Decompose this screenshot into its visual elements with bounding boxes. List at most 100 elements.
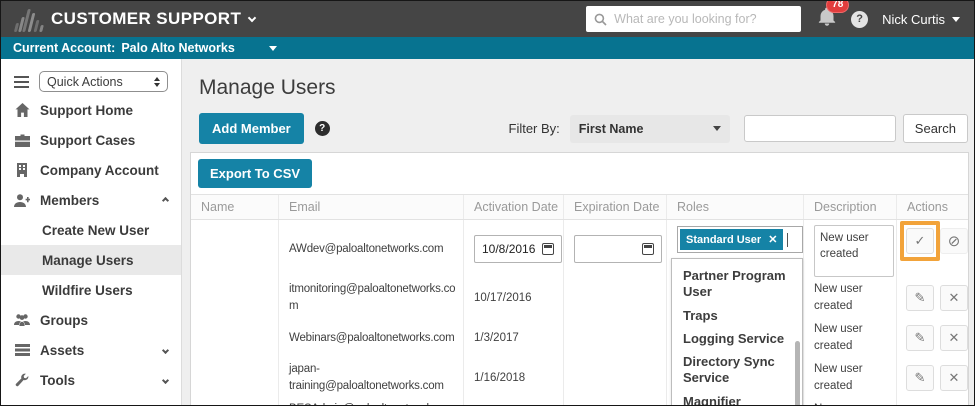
sidebar-item-support-cases[interactable]: Support Cases bbox=[1, 125, 181, 155]
sidebar-item-manage-users[interactable]: Manage Users bbox=[1, 245, 181, 275]
cancel-button[interactable]: ⊘ bbox=[940, 228, 968, 254]
menu-icon[interactable] bbox=[14, 75, 29, 88]
cell-activation: 1/3/2017 bbox=[463, 318, 563, 358]
calendar-icon[interactable] bbox=[542, 243, 554, 255]
home-icon bbox=[14, 103, 30, 117]
cell-activation: 1/16/2018 bbox=[463, 358, 563, 398]
delete-button[interactable]: ✕ bbox=[940, 325, 968, 351]
cell-expiration bbox=[563, 358, 666, 398]
add-member-button[interactable]: Add Member bbox=[199, 113, 304, 144]
cell-activation: 4/12/2018 bbox=[463, 398, 563, 405]
cell-expiration bbox=[563, 318, 666, 358]
role-option-logging-service[interactable]: Logging Service bbox=[672, 329, 802, 349]
column-header-roles: Roles bbox=[666, 195, 803, 219]
role-option-traps[interactable]: Traps bbox=[672, 306, 802, 326]
quick-actions-select[interactable]: Quick Actions bbox=[39, 71, 168, 92]
sidebar-item-support-home[interactable]: Support Home bbox=[1, 95, 181, 125]
toolbar: Add Member ? Filter By: First Name Searc… bbox=[199, 113, 968, 144]
date-value: 10/8/2016 bbox=[482, 242, 536, 256]
notifications-button[interactable]: 78 bbox=[817, 1, 850, 32]
sidebar-item-create-new-user[interactable]: Create New User bbox=[1, 215, 181, 245]
building-icon bbox=[14, 163, 30, 177]
current-account-bar: Current Account: Palo Alto Networks bbox=[1, 37, 974, 59]
cell-name bbox=[191, 220, 278, 278]
sidebar-item-wildfire-users[interactable]: Wildfire Users bbox=[1, 275, 181, 305]
account-dropdown-toggle[interactable] bbox=[268, 45, 277, 51]
select-updown-icon bbox=[154, 76, 160, 87]
cell-name bbox=[191, 358, 278, 398]
edit-button[interactable]: ✎ bbox=[906, 285, 934, 311]
column-header-name: Name bbox=[201, 200, 235, 214]
roles-multiselect[interactable]: Standard User ✕ bbox=[677, 226, 803, 253]
dropdown-scrollbar[interactable] bbox=[795, 341, 800, 405]
user-plus-icon bbox=[14, 193, 30, 207]
users-table: Export To CSV Name Email Activation Date… bbox=[190, 152, 969, 405]
current-account-value: Palo Alto Networks bbox=[121, 41, 235, 55]
search-input[interactable] bbox=[614, 12, 794, 26]
search-button[interactable]: Search bbox=[902, 114, 968, 143]
cell-email: itmonitoring@paloaltonetworks.com bbox=[278, 278, 463, 318]
roles-dropdown: Partner Program User Traps Logging Servi… bbox=[671, 258, 803, 406]
activation-date-input[interactable]: 10/8/2016 bbox=[474, 235, 562, 263]
quick-actions-label: Quick Actions bbox=[47, 74, 123, 89]
calendar-icon[interactable] bbox=[642, 243, 654, 255]
sidebar-item-groups[interactable]: Groups bbox=[1, 305, 181, 335]
expiration-date-input[interactable] bbox=[574, 235, 662, 263]
app-switcher[interactable]: CUSTOMER SUPPORT bbox=[51, 9, 257, 29]
help-icon[interactable]: ? bbox=[314, 121, 330, 136]
cell-expiration bbox=[563, 398, 666, 405]
top-header: CUSTOMER SUPPORT 78 ? Nick Curtis bbox=[1, 1, 974, 37]
cell-description: New user created bbox=[803, 318, 896, 358]
table-row: itmonitoring@paloaltonetworks.com 10/17/… bbox=[191, 278, 968, 318]
chevron-down-icon bbox=[161, 346, 170, 354]
user-menu[interactable]: Nick Curtis bbox=[882, 12, 960, 27]
edit-button[interactable]: ✎ bbox=[906, 325, 934, 351]
sidebar-item-company-account[interactable]: Company Account bbox=[1, 155, 181, 185]
edit-button[interactable]: ✎ bbox=[906, 365, 934, 391]
cell-email: japan-training@paloaltonetworks.com bbox=[278, 358, 463, 398]
delete-button[interactable]: ✕ bbox=[940, 365, 968, 391]
chevron-down-icon bbox=[161, 376, 170, 384]
table-row: japan-training@paloaltonetworks.com 1/16… bbox=[191, 358, 968, 398]
cell-email: BESAdmin@paloaltonetworks.com bbox=[278, 398, 463, 405]
brand-logo-icon bbox=[13, 6, 44, 32]
description-textarea[interactable]: New user created bbox=[814, 225, 894, 277]
assets-list-icon bbox=[14, 344, 30, 356]
current-account-label: Current Account: bbox=[13, 41, 116, 55]
cell-name: BESAdmin bbox=[191, 398, 278, 405]
quick-actions-row: Quick Actions bbox=[1, 68, 181, 95]
cell-description: New user created bbox=[803, 278, 896, 318]
sidebar-item-tools[interactable]: Tools bbox=[1, 365, 181, 395]
sidebar-item-assets[interactable]: Assets bbox=[1, 335, 181, 365]
role-option-magnifier[interactable]: Magnifier bbox=[672, 392, 802, 406]
chevron-down-icon bbox=[248, 13, 257, 22]
column-header-activation: Activation Date bbox=[463, 195, 563, 219]
app-window: CUSTOMER SUPPORT 78 ? Nick Curtis Curren… bbox=[0, 0, 975, 406]
role-option-directory-sync-service[interactable]: Directory Sync Service bbox=[672, 352, 802, 389]
role-option-partner-program-user[interactable]: Partner Program User bbox=[672, 266, 802, 303]
filter-value-input[interactable] bbox=[743, 115, 896, 142]
cell-description: New user created bbox=[803, 358, 896, 398]
confirm-button[interactable]: ✓ bbox=[906, 228, 934, 254]
briefcase-icon bbox=[14, 134, 30, 147]
cell-expiration bbox=[563, 278, 666, 318]
export-csv-button[interactable]: Export To CSV bbox=[198, 159, 313, 188]
text-cursor bbox=[787, 232, 789, 247]
filter-field-select[interactable]: First Name bbox=[569, 114, 730, 143]
user-name: Nick Curtis bbox=[882, 11, 945, 27]
table-header-row: Name Email Activation Date Expiration Da… bbox=[191, 194, 968, 220]
filter-group: Filter By: First Name Search bbox=[509, 114, 968, 143]
notification-badge: 78 bbox=[826, 1, 850, 13]
chevron-down-icon bbox=[952, 16, 960, 22]
role-chip-label: Standard User bbox=[686, 233, 762, 246]
remove-chip-icon[interactable]: ✕ bbox=[768, 233, 777, 246]
chevron-up-icon bbox=[161, 196, 170, 204]
cell-name bbox=[191, 318, 278, 358]
delete-button[interactable]: ✕ bbox=[940, 285, 968, 311]
sidebar-item-members[interactable]: Members bbox=[1, 185, 181, 215]
column-header-actions: Actions bbox=[896, 195, 968, 219]
table-row: BESAdmin BESAdmin@paloaltonetworks.com 4… bbox=[191, 398, 968, 405]
help-button[interactable]: ? bbox=[851, 10, 869, 28]
cell-activation: 10/17/2016 bbox=[463, 278, 563, 318]
table-row: AWdev@paloaltonetworks.com 10/8/2016 Sta… bbox=[191, 220, 968, 405]
